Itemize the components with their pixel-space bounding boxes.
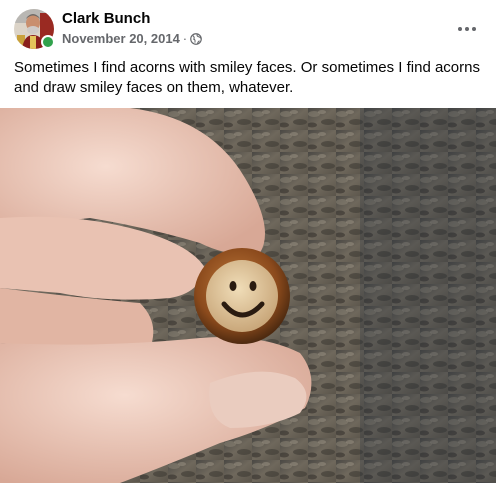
facebook-post: Clark Bunch November 20, 2014 · Sometime… (0, 0, 496, 483)
globe-icon[interactable] (190, 33, 202, 45)
online-status-dot (41, 35, 55, 49)
author-name[interactable]: Clark Bunch (62, 10, 150, 28)
more-options-icon (458, 27, 476, 31)
acorn-with-smiley-face-photo[interactable] (0, 108, 496, 483)
post-caption: Sometimes I find acorns with smiley face… (14, 59, 480, 96)
post-date[interactable]: November 20, 2014 (62, 31, 180, 47)
more-options-button[interactable] (452, 17, 482, 41)
author-avatar[interactable] (14, 9, 55, 49)
post-header: Clark Bunch November 20, 2014 · (14, 9, 482, 51)
post-meta: November 20, 2014 · (62, 31, 202, 47)
meta-separator: · (182, 31, 188, 46)
